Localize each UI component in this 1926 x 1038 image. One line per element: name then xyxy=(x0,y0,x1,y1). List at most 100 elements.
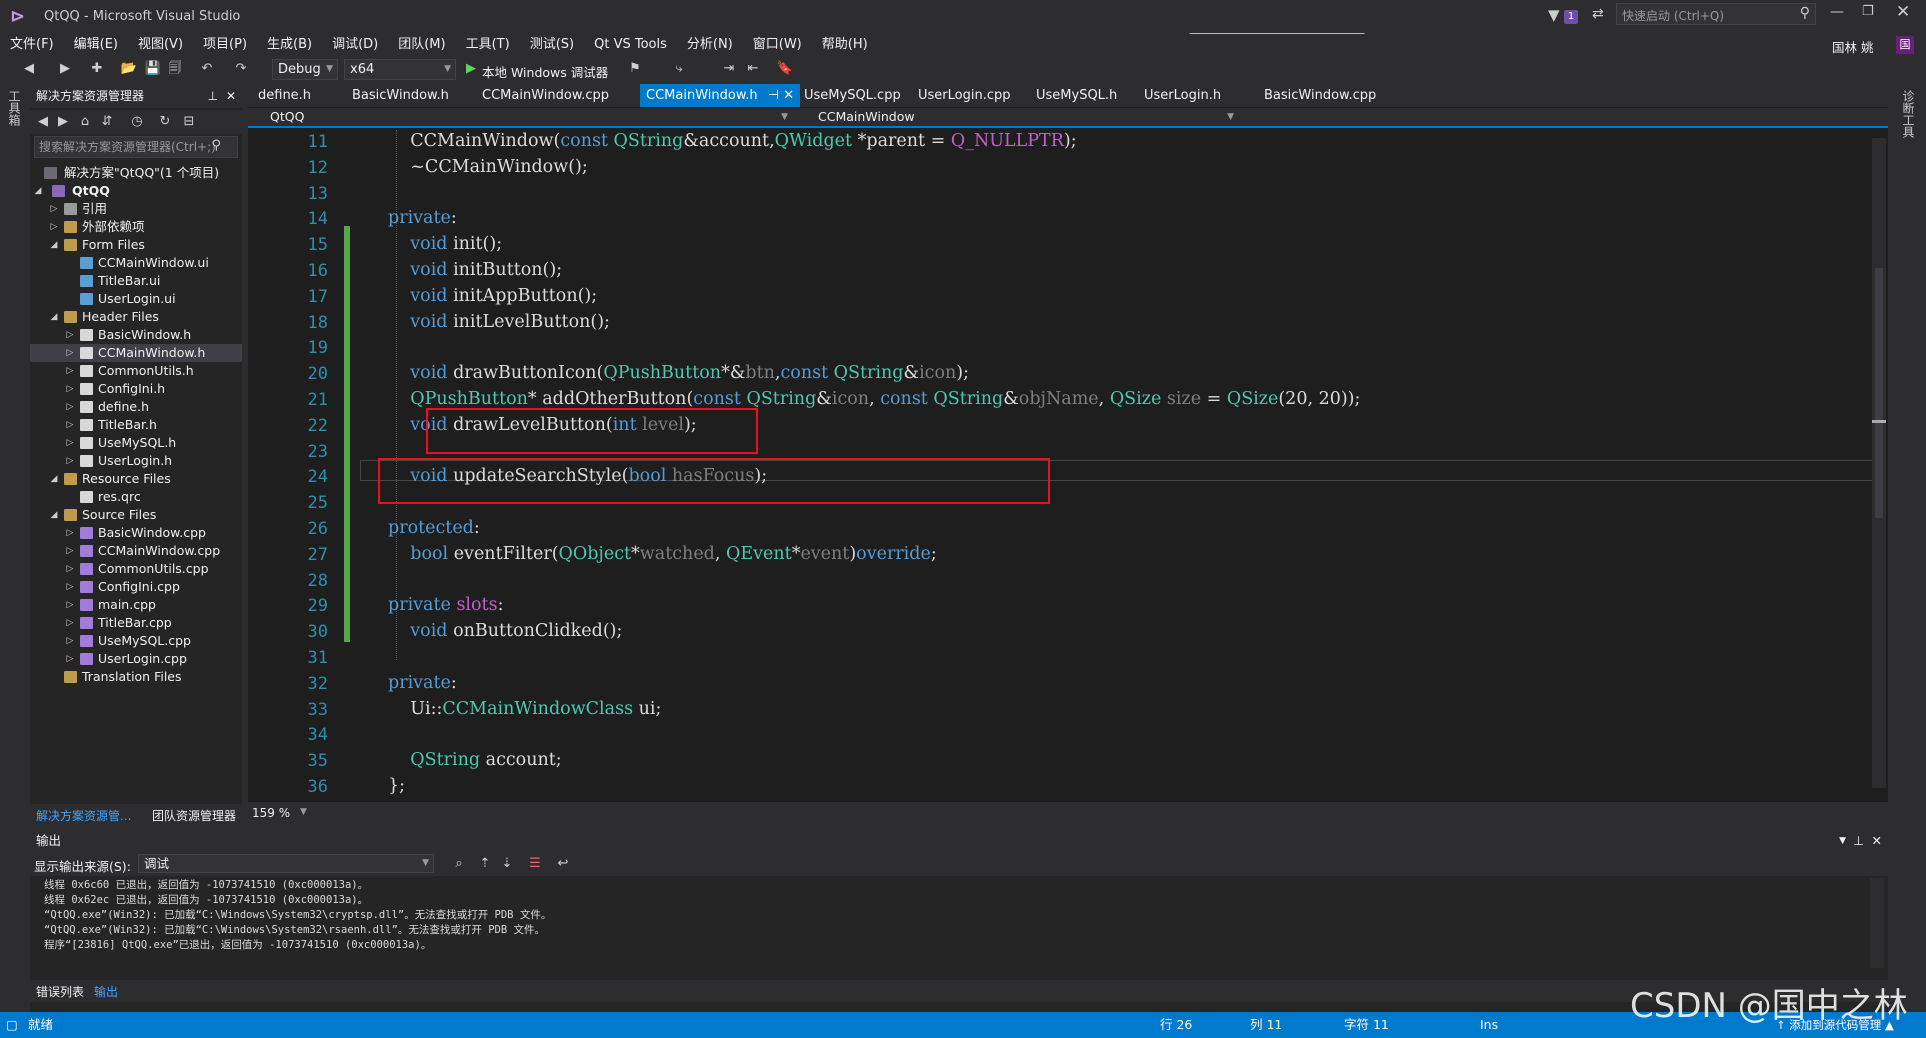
feedback-icon[interactable]: ⇄ xyxy=(1592,6,1604,22)
document-tab[interactable]: BasicWindow.cpp xyxy=(1258,84,1382,107)
expand-icon[interactable]: ▷ xyxy=(64,578,76,596)
new-project-icon[interactable]: ✚ xyxy=(88,60,106,78)
solution-config-dropdown[interactable]: Debug ▼ xyxy=(272,59,338,80)
tree-node[interactable]: ▷ ConfigIni.h xyxy=(30,380,242,398)
expand-icon[interactable]: ▷ xyxy=(64,560,76,578)
tree-node[interactable]: TitleBar.ui xyxy=(30,272,242,290)
step-icon[interactable]: ⤷ xyxy=(670,60,688,78)
refresh-icon[interactable]: ↻ xyxy=(156,113,174,131)
open-file-icon[interactable]: 📂 xyxy=(120,60,138,78)
minimize-button[interactable]: — xyxy=(1830,4,1844,20)
find-icon[interactable]: ⌕ xyxy=(450,855,468,873)
tree-node[interactable]: CCMainWindow.ui xyxy=(30,254,242,272)
menu-item[interactable]: 团队(M) xyxy=(388,34,455,56)
menu-item[interactable]: 测试(S) xyxy=(520,34,584,56)
collapse-icon[interactable]: ◢ xyxy=(48,506,60,524)
collapse-icon[interactable]: ◢ xyxy=(48,470,60,488)
attach-icon[interactable]: ⚑ xyxy=(626,60,644,78)
redo-icon[interactable]: ↷ xyxy=(232,60,250,78)
prev-message-icon[interactable]: ⇡ xyxy=(476,855,494,873)
code-line[interactable]: }; xyxy=(388,776,405,796)
expand-icon[interactable]: ▷ xyxy=(48,218,60,236)
expand-icon[interactable]: ▷ xyxy=(64,344,76,362)
project-node[interactable]: ◢ QtQQ xyxy=(30,182,242,200)
solution-search-input[interactable]: 搜索解决方案资源管理器(Ctrl+;) ⚲ xyxy=(34,136,238,158)
output-text[interactable]: 线程 0x6c60 已退出，返回值为 -1073741510 (0xc00001… xyxy=(44,878,551,953)
expand-icon[interactable]: ▷ xyxy=(64,596,76,614)
expand-icon[interactable]: ▷ xyxy=(64,524,76,542)
tree-node[interactable]: ▷ CCMainWindow.h xyxy=(30,344,242,362)
document-tab[interactable]: define.h xyxy=(252,84,317,107)
debugger-button[interactable]: 本地 Windows 调试器 xyxy=(482,62,608,81)
document-tab[interactable]: UserLogin.cpp xyxy=(912,84,1017,107)
tree-node[interactable]: Translation Files xyxy=(30,668,242,686)
tree-node[interactable]: ▷ define.h xyxy=(30,398,242,416)
vertical-scrollbar[interactable] xyxy=(1872,138,1886,788)
bookmark-icon[interactable]: 🔖 xyxy=(776,60,794,78)
menu-item[interactable]: 帮助(H) xyxy=(812,34,878,56)
chevron-down-icon[interactable]: ▼ xyxy=(1839,830,1846,852)
tab-error-list[interactable]: 错误列表 xyxy=(36,983,84,1000)
tree-node[interactable]: ▷ UseMySQL.cpp xyxy=(30,632,242,650)
tree-node[interactable]: ▷ main.cpp xyxy=(30,596,242,614)
code-line[interactable]: void initAppButton(); xyxy=(388,286,597,306)
tree-node[interactable]: ◢ Source Files xyxy=(30,506,242,524)
code-line[interactable]: bool eventFilter(QObject*watched, QEvent… xyxy=(388,544,936,564)
tree-node[interactable]: UserLogin.ui xyxy=(30,290,242,308)
code-line[interactable]: private slots: xyxy=(388,595,503,615)
collapse-icon[interactable]: ◢ xyxy=(48,236,60,254)
expand-icon[interactable]: ▷ xyxy=(64,614,76,632)
expand-icon[interactable]: ▷ xyxy=(48,200,60,218)
toolbox-label[interactable]: 工具箱 xyxy=(6,90,23,126)
class-scope-dropdown[interactable]: CCMainWindow ▼ xyxy=(800,108,1238,126)
close-icon[interactable]: ✕ xyxy=(1872,830,1882,852)
tab-solution-explorer[interactable]: 解决方案资源管... xyxy=(36,807,131,824)
menu-item[interactable]: 编辑(E) xyxy=(64,34,128,56)
scrollbar-thumb[interactable] xyxy=(1875,268,1883,518)
document-tab[interactable]: CCMainWindow.h ⊣ ✕ xyxy=(640,84,801,107)
restore-button[interactable]: ❐ xyxy=(1862,4,1874,19)
next-message-icon[interactable]: ⇣ xyxy=(498,855,516,873)
outdent-icon[interactable]: ⇤ xyxy=(744,60,762,78)
expand-icon[interactable]: ▷ xyxy=(64,362,76,380)
sync-icon[interactable]: ⇵ xyxy=(98,113,116,131)
output-source-dropdown[interactable]: 调试 ▼ xyxy=(138,854,434,873)
tree-node[interactable]: ▷ UserLogin.cpp xyxy=(30,650,242,668)
word-wrap-icon[interactable]: ↩ xyxy=(554,855,572,873)
clear-all-icon[interactable]: ☰ xyxy=(526,855,544,873)
tree-node[interactable]: res.qrc xyxy=(30,488,242,506)
user-name[interactable]: 国林 姚 xyxy=(1832,37,1873,56)
horizontal-scrollbar[interactable] xyxy=(318,806,1868,820)
save-icon[interactable]: 💾 xyxy=(144,60,162,78)
menu-item[interactable]: 分析(N) xyxy=(677,34,743,56)
document-tab[interactable]: CCMainWindow.cpp xyxy=(476,84,615,107)
collapse-all-icon[interactable]: ⊟ xyxy=(180,113,198,131)
close-button[interactable]: ✕ xyxy=(1896,2,1910,22)
code-line[interactable]: void init(); xyxy=(388,234,502,254)
tree-node[interactable]: ▷ 引用 xyxy=(30,200,242,218)
code-area[interactable]: 11 CCMainWindow(const QString&account,QW… xyxy=(248,130,1888,796)
expand-icon[interactable]: ▷ xyxy=(64,452,76,470)
back-icon[interactable]: ◀ xyxy=(20,60,38,78)
tree-node[interactable]: ▷ TitleBar.cpp xyxy=(30,614,242,632)
back-icon[interactable]: ◀ xyxy=(34,113,52,131)
document-tab[interactable]: UseMySQL.h xyxy=(1030,84,1123,107)
tree-node[interactable]: ▷ CommonUtils.cpp xyxy=(30,560,242,578)
menu-item[interactable]: Qt VS Tools xyxy=(584,34,677,56)
expand-icon[interactable]: ▷ xyxy=(64,434,76,452)
document-tab[interactable]: UseMySQL.cpp xyxy=(798,84,907,107)
menu-item[interactable]: 文件(F) xyxy=(0,34,64,56)
tree-node[interactable]: ▷ BasicWindow.cpp xyxy=(30,524,242,542)
document-tab[interactable]: UserLogin.h xyxy=(1138,84,1227,107)
tree-node[interactable]: ▷ CommonUtils.h xyxy=(30,362,242,380)
expand-icon[interactable]: ▷ xyxy=(64,326,76,344)
project-scope-dropdown[interactable]: QtQQ ▼ xyxy=(252,108,792,126)
expand-icon[interactable]: ◢ xyxy=(32,182,44,200)
zoom-level[interactable]: 159 % xyxy=(252,806,290,820)
code-line[interactable]: protected: xyxy=(388,518,480,538)
menu-item[interactable]: 调试(D) xyxy=(322,34,388,56)
undo-icon[interactable]: ↶ xyxy=(198,60,216,78)
tab-team-explorer[interactable]: 团队资源管理器 xyxy=(152,807,236,824)
close-icon[interactable]: ✕ xyxy=(226,84,236,108)
code-line[interactable]: private: xyxy=(388,673,457,693)
